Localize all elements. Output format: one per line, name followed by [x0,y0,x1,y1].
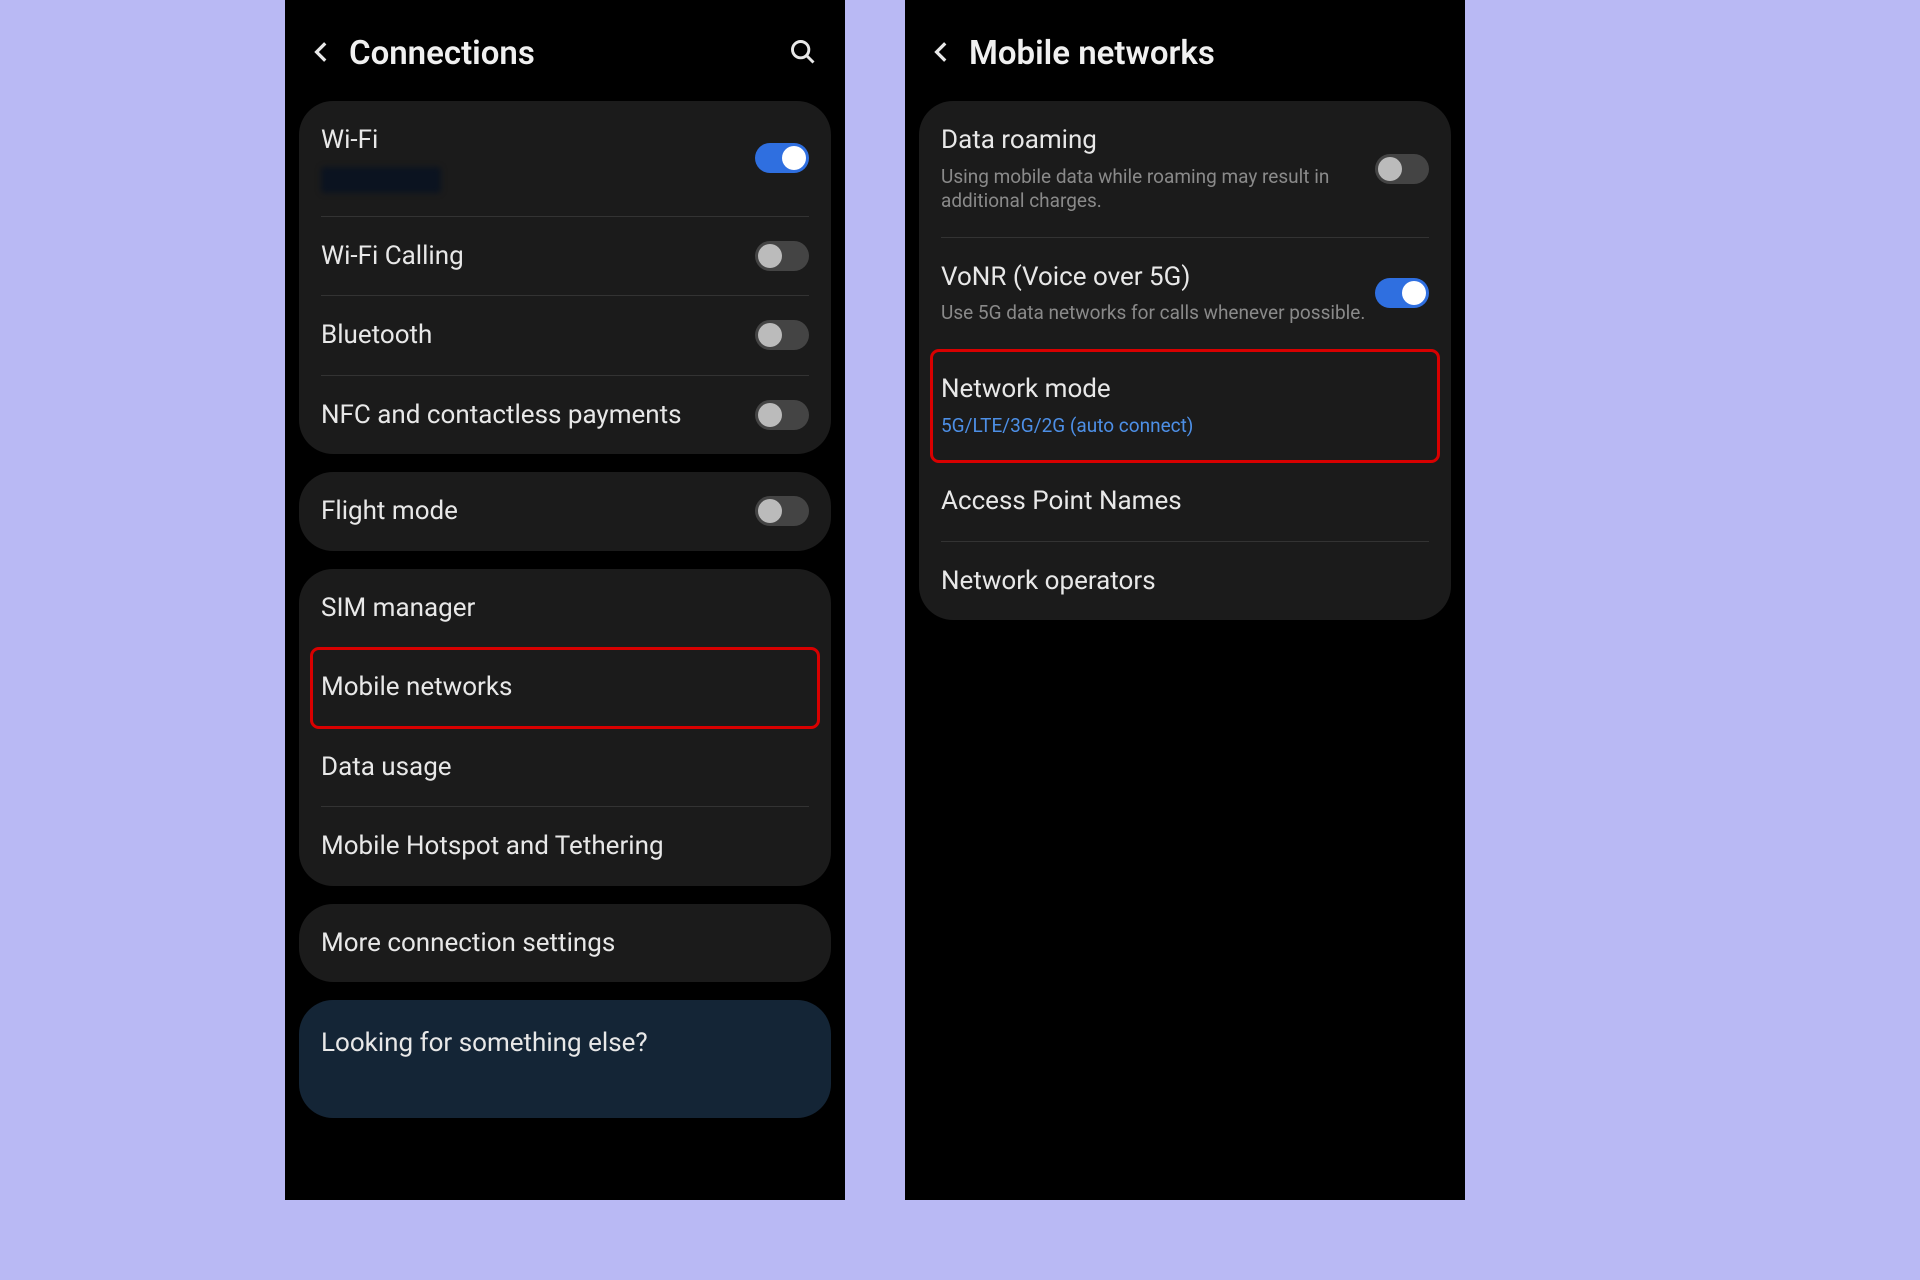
page-title: Connections [349,34,775,73]
settings-card-wireless: Wi-Fi Wi-Fi Calling Bluetooth NFC and co… [299,101,831,454]
search-icon[interactable] [789,38,817,70]
vonr-sub: Use 5G data networks for calls whenever … [941,301,1375,326]
bluetooth-toggle[interactable] [755,320,809,350]
nfc-row[interactable]: NFC and contactless payments [321,376,809,455]
vonr-label: VoNR (Voice over 5G) [941,261,1375,294]
wifi-network-name-redacted [321,167,441,193]
network-operators-row[interactable]: Network operators [941,542,1429,621]
mobile-networks-row[interactable]: Mobile networks [311,648,819,728]
flight-mode-row[interactable]: Flight mode [321,472,809,551]
network-mode-sub: 5G/LTE/3G/2G (auto connect) [941,414,1429,439]
nfc-toggle[interactable] [755,400,809,430]
mobile-networks-card: Data roaming Using mobile data while roa… [919,101,1451,620]
mobile-networks-label: Mobile networks [321,671,809,704]
flight-mode-label: Flight mode [321,495,755,528]
wifi-label: Wi-Fi [321,124,755,157]
vonr-row[interactable]: VoNR (Voice over 5G) Use 5G data network… [941,238,1429,350]
wifi-toggle[interactable] [755,143,809,173]
vonr-toggle[interactable] [1375,278,1429,308]
help-text: Looking for something else? [321,1028,809,1058]
network-mode-row[interactable]: Network mode 5G/LTE/3G/2G (auto connect) [931,350,1439,462]
data-roaming-label: Data roaming [941,124,1375,157]
page-title: Mobile networks [969,34,1437,73]
hotspot-label: Mobile Hotspot and Tethering [321,830,809,863]
bluetooth-label: Bluetooth [321,319,755,352]
wifi-calling-row[interactable]: Wi-Fi Calling [321,217,809,297]
more-settings-row[interactable]: More connection settings [321,904,809,983]
data-usage-label: Data usage [321,751,809,784]
data-roaming-sub: Using mobile data while roaming may resu… [941,165,1375,214]
flight-mode-toggle[interactable] [755,496,809,526]
mobile-networks-header: Mobile networks [905,0,1465,101]
back-icon[interactable] [929,39,955,69]
mobile-networks-screen: Mobile networks Data roaming Using mobil… [905,0,1465,1200]
network-operators-label: Network operators [941,565,1429,598]
network-mode-label: Network mode [941,373,1429,406]
data-usage-row[interactable]: Data usage [321,728,809,808]
data-roaming-row[interactable]: Data roaming Using mobile data while roa… [941,101,1429,238]
settings-card-mobile: SIM manager Mobile networks Data usage M… [299,569,831,886]
hotspot-row[interactable]: Mobile Hotspot and Tethering [321,807,809,886]
more-settings-label: More connection settings [321,927,809,960]
wifi-calling-label: Wi-Fi Calling [321,240,755,273]
bluetooth-row[interactable]: Bluetooth [321,296,809,376]
connections-screen: Connections Wi-Fi Wi-Fi Calling Bluetoot… [285,0,845,1200]
nfc-label: NFC and contactless payments [321,399,755,432]
apn-row[interactable]: Access Point Names [941,462,1429,542]
sim-manager-label: SIM manager [321,592,809,625]
data-roaming-toggle[interactable] [1375,154,1429,184]
back-icon[interactable] [309,39,335,69]
wifi-calling-toggle[interactable] [755,241,809,271]
settings-card-flight: Flight mode [299,472,831,551]
connections-header: Connections [285,0,845,101]
apn-label: Access Point Names [941,485,1429,518]
help-card[interactable]: Looking for something else? [299,1000,831,1118]
settings-card-more: More connection settings [299,904,831,983]
wifi-row[interactable]: Wi-Fi [321,101,809,217]
sim-manager-row[interactable]: SIM manager [321,569,809,649]
